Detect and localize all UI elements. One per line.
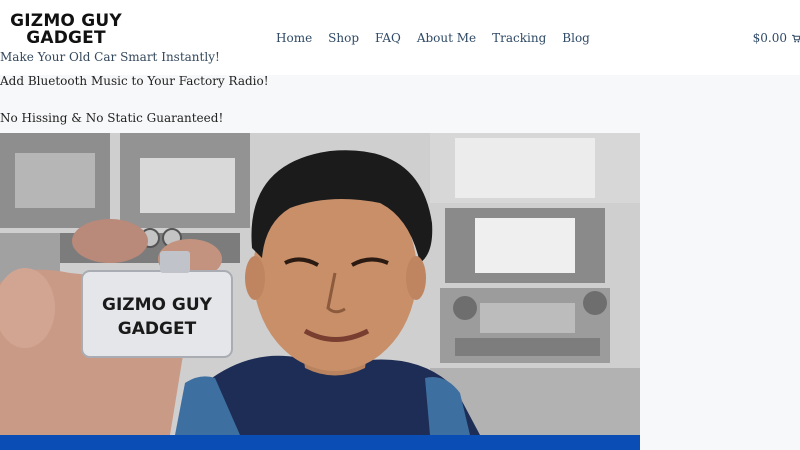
cart-total: $0.00 [752,31,787,45]
hero-illustration: GIZMO GUY GADGET [0,133,640,435]
site-header: GIZMO GUY GADGET Make Your Old Car Smart… [0,0,800,75]
site-tagline: Make Your Old Car Smart Instantly! [0,50,220,64]
site-logo[interactable]: GIZMO GUY GADGET [10,13,122,47]
hero-image: GIZMO GUY GADGET [0,133,640,435]
device-label-line-1: GIZMO GUY [102,295,213,315]
nav-about-me[interactable]: About Me [409,29,484,47]
logo-line-2: GADGET [26,28,106,48]
headline-no-static: No Hissing & No Static Guaranteed! [0,111,224,125]
nav-blog[interactable]: Blog [554,29,598,47]
cart-button[interactable]: $0.00 [753,29,800,47]
nav-home[interactable]: Home [268,29,320,47]
main-nav: Home Shop FAQ About Me Tracking Blog [268,29,598,47]
cart-icon [792,29,800,47]
nav-tracking[interactable]: Tracking [484,29,554,47]
nav-faq[interactable]: FAQ [367,29,409,47]
accent-bar [0,435,640,450]
headline-bluetooth: Add Bluetooth Music to Your Factory Radi… [0,74,269,88]
nav-shop[interactable]: Shop [320,29,367,47]
device-label-line-2: GADGET [118,319,197,339]
